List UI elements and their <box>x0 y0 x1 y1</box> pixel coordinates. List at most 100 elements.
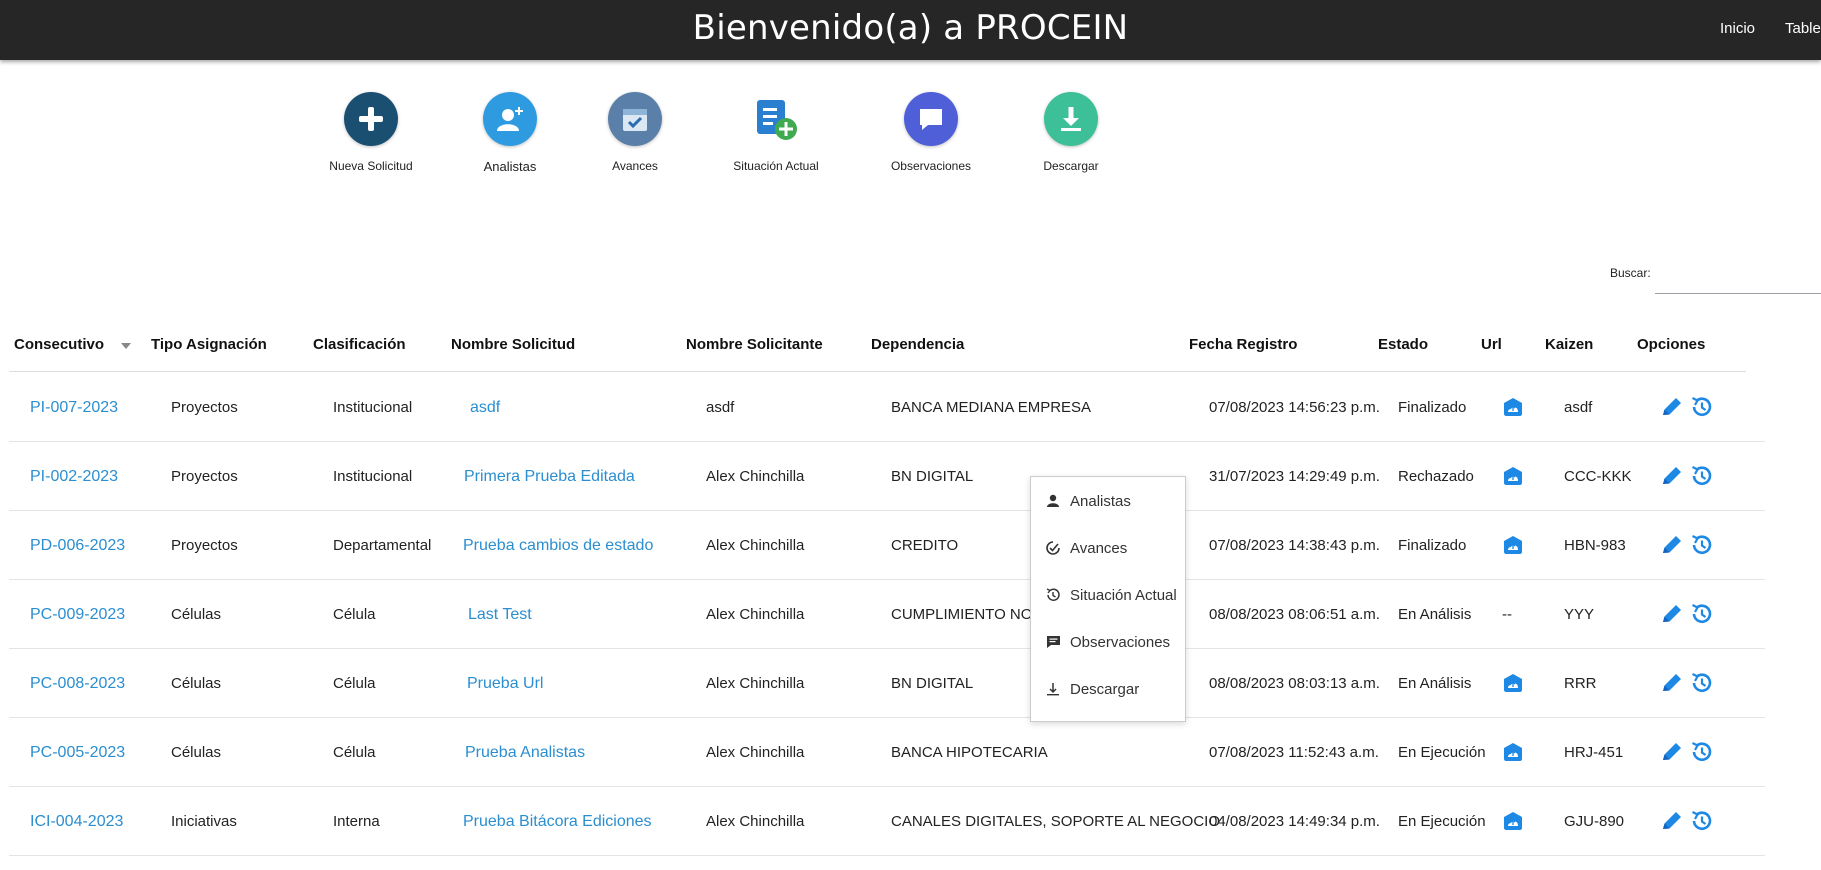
dependencia-cell: CANALES DIGITALES, SOPORTE AL NEGOCIO <box>891 813 1220 830</box>
menu-item-avances[interactable]: Avances <box>1031 526 1187 566</box>
tipo-asignacion-cell: Iniciativas <box>171 813 237 830</box>
nav-link-tablero[interactable]: Tablero <box>1785 20 1821 37</box>
kaizen-cell: CCC-KKK <box>1564 468 1632 485</box>
nueva-solicitud-button[interactable]: Nueva Solicitud <box>311 92 431 173</box>
column-header-nombre-solicitante[interactable]: Nombre Solicitante <box>686 336 823 353</box>
history-menu-icon[interactable] <box>1689 601 1715 627</box>
search-input[interactable] <box>1655 262 1821 294</box>
nav-link-inicio[interactable]: Inicio <box>1720 20 1755 37</box>
edit-pencil-icon[interactable] <box>1659 670 1685 696</box>
fecha-registro-cell: 07/08/2023 11:52:43 a.m. <box>1209 744 1379 761</box>
menu-item-analistas[interactable]: Analistas <box>1031 479 1187 519</box>
edit-pencil-icon[interactable] <box>1659 601 1685 627</box>
edit-pencil-icon[interactable] <box>1659 739 1685 765</box>
estado-cell: En Análisis <box>1398 675 1472 692</box>
edit-pencil-icon[interactable] <box>1659 463 1685 489</box>
context-menu: Analistas Avances Situación Actual Obser… <box>1030 476 1186 722</box>
nombre-solicitud-link[interactable]: Prueba cambios de estado <box>463 537 653 555</box>
url-link-icon[interactable] <box>1501 395 1525 419</box>
menu-item-observaciones[interactable]: Observaciones <box>1031 620 1187 660</box>
consecutivo-link[interactable]: PC-005-2023 <box>30 744 125 762</box>
column-header-nombre-solicitud[interactable]: Nombre Solicitud <box>451 336 575 353</box>
column-header-url[interactable]: Url <box>1481 336 1502 353</box>
url-link-icon[interactable] <box>1501 464 1525 488</box>
column-header-clasificacion[interactable]: Clasificación <box>313 336 406 353</box>
history-menu-icon[interactable] <box>1689 670 1715 696</box>
download-icon <box>1044 92 1098 146</box>
observaciones-label: Observaciones <box>890 159 972 173</box>
edit-pencil-icon[interactable] <box>1659 394 1685 420</box>
clasificacion-cell: Institucional <box>333 468 413 485</box>
clasificacion-cell: Interna <box>333 813 380 830</box>
column-header-consecutivo[interactable]: Consecutivo <box>14 336 104 353</box>
add-user-icon <box>483 92 537 146</box>
column-header-fecha-registro[interactable]: Fecha Registro <box>1189 336 1297 353</box>
column-header-estado[interactable]: Estado <box>1378 336 1428 353</box>
observaciones-button[interactable]: Observaciones <box>871 92 991 173</box>
consecutivo-link[interactable]: ICI-004-2023 <box>30 813 123 831</box>
menu-item-situacion-actual[interactable]: Situación Actual <box>1031 573 1187 613</box>
history-menu-icon[interactable] <box>1689 394 1715 420</box>
menu-item-descargar[interactable]: Descargar <box>1031 667 1187 707</box>
estado-cell: Rechazado <box>1398 468 1474 485</box>
consecutivo-link[interactable]: PC-008-2023 <box>30 675 125 693</box>
solicitante-cell: Alex Chinchilla <box>706 606 805 623</box>
nombre-solicitud-link[interactable]: Primera Prueba Editada <box>464 468 635 486</box>
table-row: PC-008-2023 Células Célula Prueba Url Alex C… <box>9 649 1765 718</box>
descargar-button[interactable]: Descargar <box>1011 92 1131 173</box>
situacion-actual-label: Situación Actual <box>733 159 819 173</box>
solicitante-cell: Alex Chinchilla <box>706 537 805 554</box>
nombre-solicitud-link[interactable]: Prueba Url <box>467 675 543 693</box>
history-menu-icon[interactable] <box>1689 463 1715 489</box>
column-header-tipo-asignacion[interactable]: Tipo Asignación <box>151 336 267 353</box>
column-header-kaizen[interactable]: Kaizen <box>1545 336 1593 353</box>
tipo-asignacion-cell: Células <box>171 606 222 623</box>
fecha-registro-cell: 07/08/2023 14:38:43 p.m. <box>1209 537 1380 554</box>
kaizen-cell: HBN-983 <box>1564 537 1626 554</box>
menu-item-label: Avances <box>1070 540 1128 557</box>
consecutivo-link[interactable]: PI-002-2023 <box>30 468 118 486</box>
nombre-solicitud-link[interactable]: asdf <box>470 399 500 417</box>
sort-down-icon[interactable] <box>121 343 131 349</box>
estado-cell: En Análisis <box>1398 606 1472 623</box>
dependencia-cell: BANCA MEDIANA EMPRESA <box>891 399 1092 416</box>
kaizen-cell: RRR <box>1564 675 1597 692</box>
fecha-registro-cell: 31/07/2023 14:29:49 p.m. <box>1209 468 1380 485</box>
table-header: Consecutivo Tipo Asignación Clasificació… <box>9 330 1746 372</box>
clasificacion-cell: Célula <box>333 675 376 692</box>
fecha-registro-cell: 04/08/2023 14:49:34 p.m. <box>1209 813 1380 830</box>
menu-item-label: Analistas <box>1070 493 1131 510</box>
nombre-solicitud-link[interactable]: Prueba Bitácora Ediciones <box>463 813 652 831</box>
url-link-icon[interactable] <box>1501 809 1525 833</box>
estado-cell: Finalizado <box>1398 537 1467 554</box>
consecutivo-link[interactable]: PI-007-2023 <box>30 399 118 417</box>
analistas-button[interactable]: Analistas <box>450 92 570 174</box>
history-menu-icon[interactable] <box>1689 532 1715 558</box>
history-menu-icon[interactable] <box>1689 739 1715 765</box>
history-icon <box>1046 588 1060 601</box>
consecutivo-link[interactable]: PC-009-2023 <box>30 606 125 624</box>
url-empty-cell: -- <box>1502 606 1512 623</box>
url-link-icon[interactable] <box>1501 671 1525 695</box>
edit-pencil-icon[interactable] <box>1659 532 1685 558</box>
column-header-dependencia[interactable]: Dependencia <box>871 336 964 353</box>
nombre-solicitud-link[interactable]: Last Test <box>468 606 532 624</box>
dependencia-cell: BN DIGITAL <box>891 468 974 485</box>
situacion-actual-button[interactable]: Situación Actual <box>716 92 836 173</box>
avances-button[interactable]: Avances <box>575 92 695 173</box>
tipo-asignacion-cell: Células <box>171 675 222 692</box>
clasificacion-cell: Célula <box>333 744 376 761</box>
dependencia-cell: BANCA HIPOTECARIA <box>891 744 1048 761</box>
history-menu-icon[interactable] <box>1689 808 1715 834</box>
url-link-icon[interactable] <box>1501 533 1525 557</box>
column-header-opciones[interactable]: Opciones <box>1637 336 1705 353</box>
edit-pencil-icon[interactable] <box>1659 808 1685 834</box>
chat-bubble-icon <box>904 92 958 146</box>
consecutivo-link[interactable]: PD-006-2023 <box>30 537 125 555</box>
estado-cell: En Ejecución <box>1398 744 1486 761</box>
solicitante-cell: Alex Chinchilla <box>706 813 805 830</box>
table-row: PC-005-2023 Células Célula Prueba Analistas… <box>9 718 1765 787</box>
nombre-solicitud-link[interactable]: Prueba Analistas <box>465 744 585 762</box>
url-link-icon[interactable] <box>1501 740 1525 764</box>
fecha-registro-cell: 08/08/2023 08:06:51 a.m. <box>1209 606 1380 623</box>
